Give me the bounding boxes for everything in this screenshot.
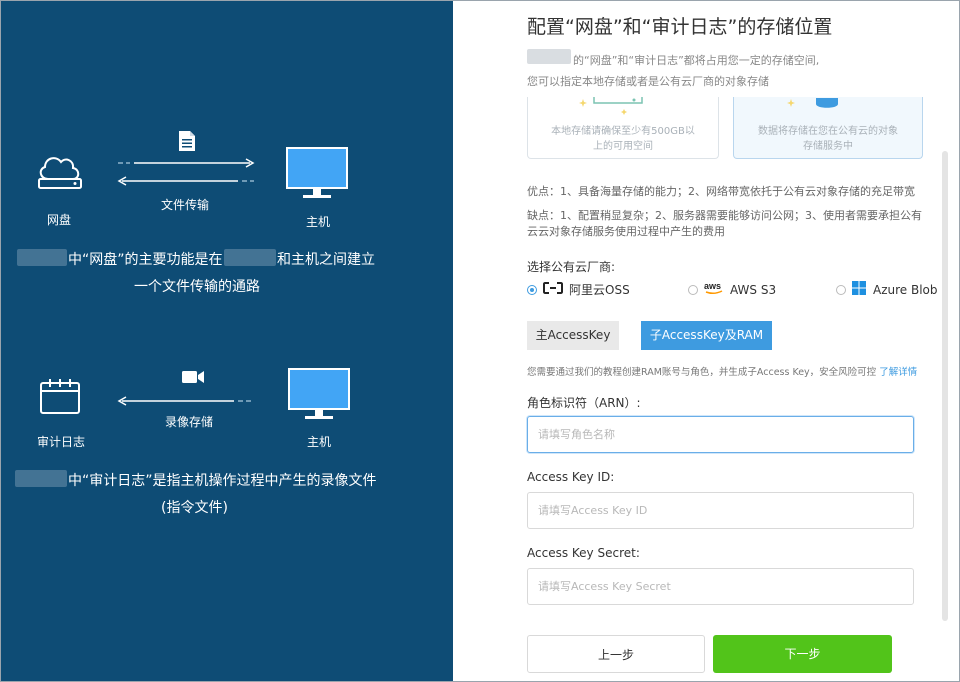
scrollbar[interactable]: [942, 151, 948, 621]
host-label: 主机: [307, 435, 332, 449]
ram-hint: 您需要通过我们的教程创建RAM账号与角色，并生成子Access Key，安全风险…: [527, 364, 917, 378]
intro-panel: 网盘 文件传输 主机 中“网盘”的主要功能是在 和主机之间建立 一个文件传输的通…: [1, 1, 453, 681]
transfer-label: 文件传输: [161, 198, 210, 212]
calendar-icon: [39, 377, 81, 415]
radio-indicator: [688, 284, 698, 295]
disk-label: 网盘: [47, 213, 72, 227]
aws-icon: aws: [704, 281, 724, 298]
video-camera-icon: [181, 369, 205, 385]
next-button[interactable]: 下一步: [713, 635, 892, 673]
config-panel: 配置“网盘”和“审计日志”的存储位置 的“网盘”和“审计日志”都将占用您一定的存…: [453, 1, 959, 681]
local-storage-desc: 本地存储请确保至少有500GB以上的可用空间: [551, 126, 695, 152]
page-title: 配置“网盘”和“审计日志”的存储位置: [527, 16, 833, 38]
tab-sub-accesskey-ram[interactable]: 子AccessKey及RAM: [641, 321, 772, 350]
ram-hint-text: 您需要通过我们的教程创建RAM账号与角色，并生成子Access Key，安全风险…: [527, 367, 877, 378]
local-storage-card[interactable]: 本地存储请确保至少有500GB以上的可用空间: [527, 97, 719, 159]
windows-icon: [852, 281, 866, 298]
access-key-secret-input[interactable]: [527, 568, 914, 605]
cloud-storage-icon: [786, 97, 856, 116]
cons-text-line2: 云云对象存储服务使用过程中产生的费用: [527, 225, 725, 238]
subtitle-line2: 您可以指定本地存储或者是公有云厂商的对象存储: [527, 75, 769, 88]
audit-log-label: 审计日志: [37, 435, 86, 449]
record-arrow: [116, 393, 256, 412]
host-monitor-icon: [286, 147, 350, 203]
vendor-label-aliyun: 阿里云OSS: [569, 283, 630, 297]
host-label: 主机: [306, 215, 331, 229]
audit-desc-line2: (指令文件): [161, 500, 228, 516]
redacted-product-name: [17, 249, 67, 266]
access-key-id-input[interactable]: [527, 492, 914, 529]
host-monitor-icon: [288, 368, 352, 424]
vendor-radio-aliyun[interactable]: 阿里云OSS: [527, 281, 630, 298]
access-key-secret-label: Access Key Secret:: [527, 546, 640, 560]
vendor-radio-azure[interactable]: Azure Blob: [836, 281, 938, 298]
redacted-product-name: [15, 470, 67, 487]
pros-text: 优点：1、具备海量存储的能力；2、网络带宽依托于公有云对象存储的充足带宽: [527, 185, 915, 198]
tab-main-accesskey[interactable]: 主AccessKey: [527, 321, 619, 350]
radio-indicator: [527, 284, 537, 295]
cloud-disk-icon: [36, 151, 84, 195]
transfer-arrows: [116, 156, 256, 190]
app-window: 网盘 文件传输 主机 中“网盘”的主要功能是在 和主机之间建立 一个文件传输的通…: [0, 0, 960, 682]
arn-input[interactable]: [527, 416, 914, 453]
local-storage-icon: [578, 97, 648, 119]
aliyun-icon: [543, 282, 563, 297]
vendor-label-azure: Azure Blob: [873, 282, 938, 297]
record-storage-label: 录像存储: [165, 415, 214, 429]
learn-more-link[interactable]: 了解详情: [879, 367, 917, 378]
document-icon: [178, 130, 196, 152]
radio-indicator: [836, 284, 846, 295]
arn-label: 角色标识符（ARN）:: [527, 396, 641, 410]
vendor-label: 选择公有云厂商:: [527, 260, 616, 274]
access-key-id-label: Access Key ID:: [527, 470, 615, 484]
redacted-product-name: [224, 249, 276, 266]
vendor-label-aws: AWS S3: [730, 282, 777, 297]
prev-button[interactable]: 上一步: [527, 635, 705, 673]
redacted-product-name: [527, 49, 571, 64]
subtitle-line1: 的“网盘”和“审计日志”都将占用您一定的存储空间,: [573, 54, 820, 67]
netdisk-desc-end: 和主机之间建立: [277, 252, 375, 268]
cloud-storage-card[interactable]: 数据将存储在您在公有云的对象存储服务中: [733, 97, 923, 159]
cloud-storage-desc: 数据将存储在您在公有云的对象存储服务中: [758, 126, 898, 152]
netdisk-desc-mid: 中“网盘”的主要功能是在: [68, 252, 223, 268]
netdisk-desc-line2: 一个文件传输的通路: [134, 279, 260, 295]
vendor-radio-aws[interactable]: aws AWS S3: [688, 281, 776, 298]
audit-desc-line1: 中“审计日志”是指主机操作过程中产生的录像文件: [68, 473, 377, 489]
cons-text-line1: 缺点：1、配置稍显复杂；2、服务器需要能够访问公网；3、使用者需要承担公有: [527, 209, 922, 222]
svg-text:aws: aws: [704, 281, 721, 291]
